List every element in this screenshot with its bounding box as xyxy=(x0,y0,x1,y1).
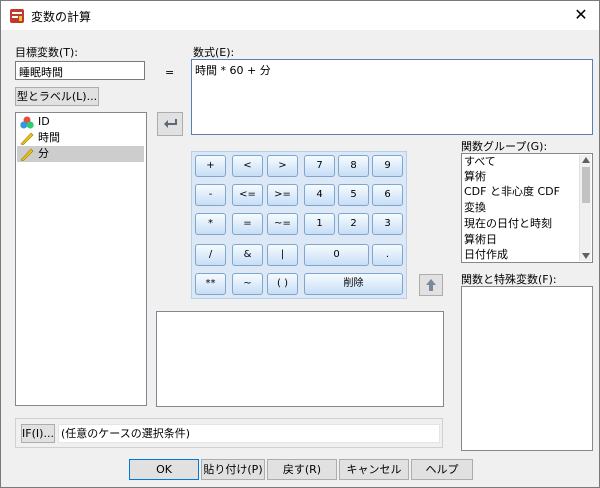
key-greater-than[interactable]: > xyxy=(267,155,298,177)
scale-icon xyxy=(20,132,34,145)
key-4[interactable]: 4 xyxy=(304,184,335,206)
target-variable-value: 睡眠時間 xyxy=(19,66,63,79)
arrow-left-icon xyxy=(164,119,177,128)
key-delete[interactable]: 削除 xyxy=(304,273,403,295)
calculator-keypad: + < > 7 8 9 - <= >= 4 5 6 * = ~= 1 2 3 /… xyxy=(191,151,407,299)
scale-icon xyxy=(20,148,34,161)
key-power[interactable]: ** xyxy=(195,273,226,295)
paste-button[interactable]: 貼り付け(P) xyxy=(201,459,265,480)
list-item[interactable]: すべて xyxy=(464,154,496,170)
window-title: 変数の計算 xyxy=(31,10,92,24)
key-3[interactable]: 3 xyxy=(372,213,403,235)
functions-label: 関数と特殊変数(F): xyxy=(461,273,557,286)
function-group-list[interactable]: すべて 算術 CDF と非心度 CDF 変換 現在の日付と時刻 算術日 日付作成 xyxy=(461,153,593,263)
list-item[interactable]: 算術日 xyxy=(464,232,497,248)
key-not[interactable]: ~ xyxy=(232,273,263,295)
key-divide[interactable]: / xyxy=(195,244,226,266)
list-item[interactable]: 日付作成 xyxy=(464,247,508,263)
insert-function-button[interactable] xyxy=(419,274,443,296)
move-to-expression-button[interactable] xyxy=(157,112,183,136)
list-item[interactable]: 分 xyxy=(17,146,144,162)
functions-list[interactable] xyxy=(461,286,593,451)
target-variable-label: 目標変数(T): xyxy=(15,46,79,59)
key-6[interactable]: 6 xyxy=(372,184,403,206)
scroll-down-icon[interactable] xyxy=(582,253,590,259)
expression-input[interactable]: 時間 * 60 + 分 xyxy=(191,59,593,135)
title-bar: 変数の計算 ✕ xyxy=(1,1,599,30)
equals-sign: = xyxy=(165,66,175,79)
list-item[interactable]: 変換 xyxy=(464,200,486,216)
key-5[interactable]: 5 xyxy=(338,184,369,206)
app-icon xyxy=(10,9,24,23)
key-greater-equal[interactable]: >= xyxy=(267,184,298,206)
key-parentheses[interactable]: ( ) xyxy=(267,273,298,295)
key-1[interactable]: 1 xyxy=(304,213,335,235)
key-and[interactable]: & xyxy=(232,244,263,266)
target-variable-input[interactable]: 睡眠時間 xyxy=(15,61,145,80)
variable-list[interactable]: ID 時間 分 xyxy=(15,112,147,406)
function-group-label: 関数グループ(G): xyxy=(461,140,548,153)
key-minus[interactable]: - xyxy=(195,184,226,206)
key-8[interactable]: 8 xyxy=(338,155,369,177)
function-description-area xyxy=(156,311,444,407)
key-plus[interactable]: + xyxy=(195,155,226,177)
expression-value: 時間 * 60 + 分 xyxy=(195,64,271,77)
key-less-equal[interactable]: <= xyxy=(232,184,263,206)
function-group-scrollbar[interactable] xyxy=(579,155,591,261)
key-or[interactable]: | xyxy=(267,244,298,266)
condition-group: IF(I)... (任意のケースの選択条件) xyxy=(15,418,443,448)
nominal-icon xyxy=(20,116,34,129)
type-and-label-button[interactable]: 型とラベル(L)... xyxy=(15,87,99,106)
key-multiply[interactable]: * xyxy=(195,213,226,235)
list-item[interactable]: CDF と非心度 CDF xyxy=(464,184,560,200)
list-item[interactable]: ID xyxy=(18,114,144,130)
scroll-up-icon[interactable] xyxy=(582,157,590,163)
expression-label: 数式(E): xyxy=(193,46,235,59)
arrow-up-icon xyxy=(426,279,436,291)
list-item[interactable]: 時間 xyxy=(18,130,144,146)
list-item[interactable]: 算術 xyxy=(464,169,486,185)
cancel-button[interactable]: キャンセル xyxy=(339,459,409,480)
key-0[interactable]: 0 xyxy=(304,244,369,266)
compute-variable-dialog: 変数の計算 ✕ 目標変数(T): 睡眠時間 型とラベル(L)... = 数式(E… xyxy=(0,0,600,488)
reset-button[interactable]: 戻す(R) xyxy=(267,459,337,480)
key-9[interactable]: 9 xyxy=(372,155,403,177)
scroll-thumb[interactable] xyxy=(582,167,590,203)
key-2[interactable]: 2 xyxy=(338,213,369,235)
if-button[interactable]: IF(I)... xyxy=(21,424,55,443)
help-button[interactable]: ヘルプ xyxy=(411,459,473,480)
key-7[interactable]: 7 xyxy=(304,155,335,177)
ok-button[interactable]: OK xyxy=(129,459,199,480)
key-equal[interactable]: = xyxy=(232,213,263,235)
condition-text: (任意のケースの選択条件) xyxy=(58,424,440,443)
key-decimal[interactable]: . xyxy=(372,244,403,266)
key-less-than[interactable]: < xyxy=(232,155,263,177)
key-not-equal[interactable]: ~= xyxy=(267,213,298,235)
close-icon[interactable]: ✕ xyxy=(569,4,593,26)
list-item[interactable]: 現在の日付と時刻 xyxy=(464,216,552,232)
